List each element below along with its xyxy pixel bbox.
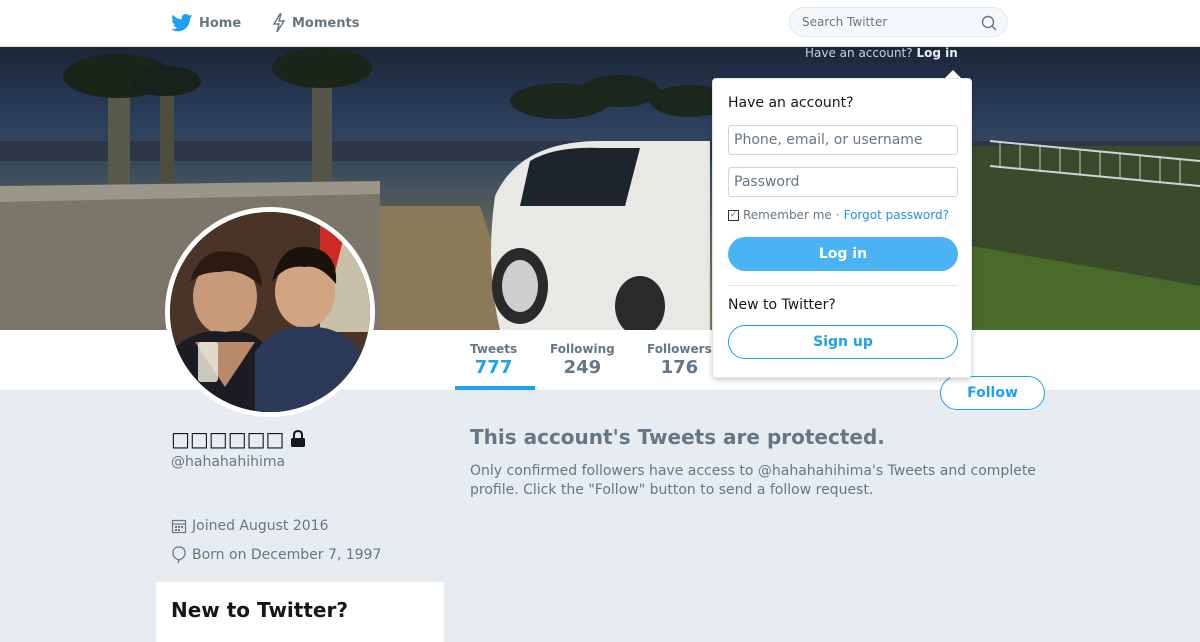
profile-name: □□□□□□ [171,427,306,451]
new-to-twitter-label: New to Twitter? [728,297,836,313]
follow-button[interactable]: Follow [940,376,1045,410]
remember-row: ✓ Remember me · Forgot password? [728,208,949,222]
password-field[interactable] [728,167,958,197]
protected-body: Only confirmed followers have access to … [470,463,1036,498]
balloon-icon [172,546,186,564]
display-name: □□□□□□ [171,427,285,451]
login-popup: Have an account? ✓ Remember me · Forgot … [712,78,972,378]
stat-followers[interactable]: Followers 176 [647,342,712,378]
remember-label[interactable]: Remember me [743,208,832,222]
joined-date: Joined August 2016 [171,518,328,534]
lock-icon [291,430,306,447]
avatar-illustration [170,212,370,412]
birth-date: Born on December 7, 1997 [171,546,381,564]
nav-moments-label: Moments [292,15,360,31]
search-icon[interactable] [981,15,997,31]
joined-text: Joined August 2016 [192,518,329,534]
stat-value: 249 [563,357,602,378]
bird-icon [171,14,193,32]
signup-card: New to Twitter? [156,582,444,642]
stat-label: Tweets [470,342,518,356]
divider [728,285,958,286]
stat-label: Following [550,342,615,356]
avatar-photo [170,212,370,412]
search-box [789,7,1008,37]
nav-home-label: Home [199,15,242,31]
nav-moments[interactable]: Moments [272,0,359,46]
top-nav: Home Moments [0,0,1200,47]
profile-handle[interactable]: @hahahahihima [171,454,285,470]
lightning-icon [272,13,286,33]
have-account-prompt: Have an account? Log in [805,46,958,60]
sign-up-button[interactable]: Sign up [728,325,958,359]
forgot-password-link[interactable]: Forgot password? [844,208,949,222]
remember-checkbox[interactable]: ✓ [728,209,739,221]
stat-tweets[interactable]: Tweets 777 [470,342,517,378]
born-text: Born on December 7, 1997 [192,547,382,563]
avatar[interactable] [165,207,375,417]
log-in-link[interactable]: Log in [916,46,957,60]
username-field[interactable] [728,125,958,155]
active-tab-indicator [455,386,535,390]
separator: · [835,208,840,222]
stat-value: 176 [660,357,699,378]
stat-following[interactable]: Following 249 [550,342,615,378]
calendar-icon [171,519,187,534]
have-account-text: Have an account? [805,46,913,60]
nav-home[interactable]: Home [171,0,241,46]
search-input[interactable] [802,15,972,29]
login-popup-title: Have an account? [728,95,854,111]
login-popup-caret [945,70,961,78]
signup-card-title: New to Twitter? [171,598,348,622]
stat-value: 777 [474,357,513,378]
stat-label: Followers [647,342,712,356]
protected-title: This account's Tweets are protected. [470,425,885,449]
log-in-button[interactable]: Log in [728,237,958,271]
